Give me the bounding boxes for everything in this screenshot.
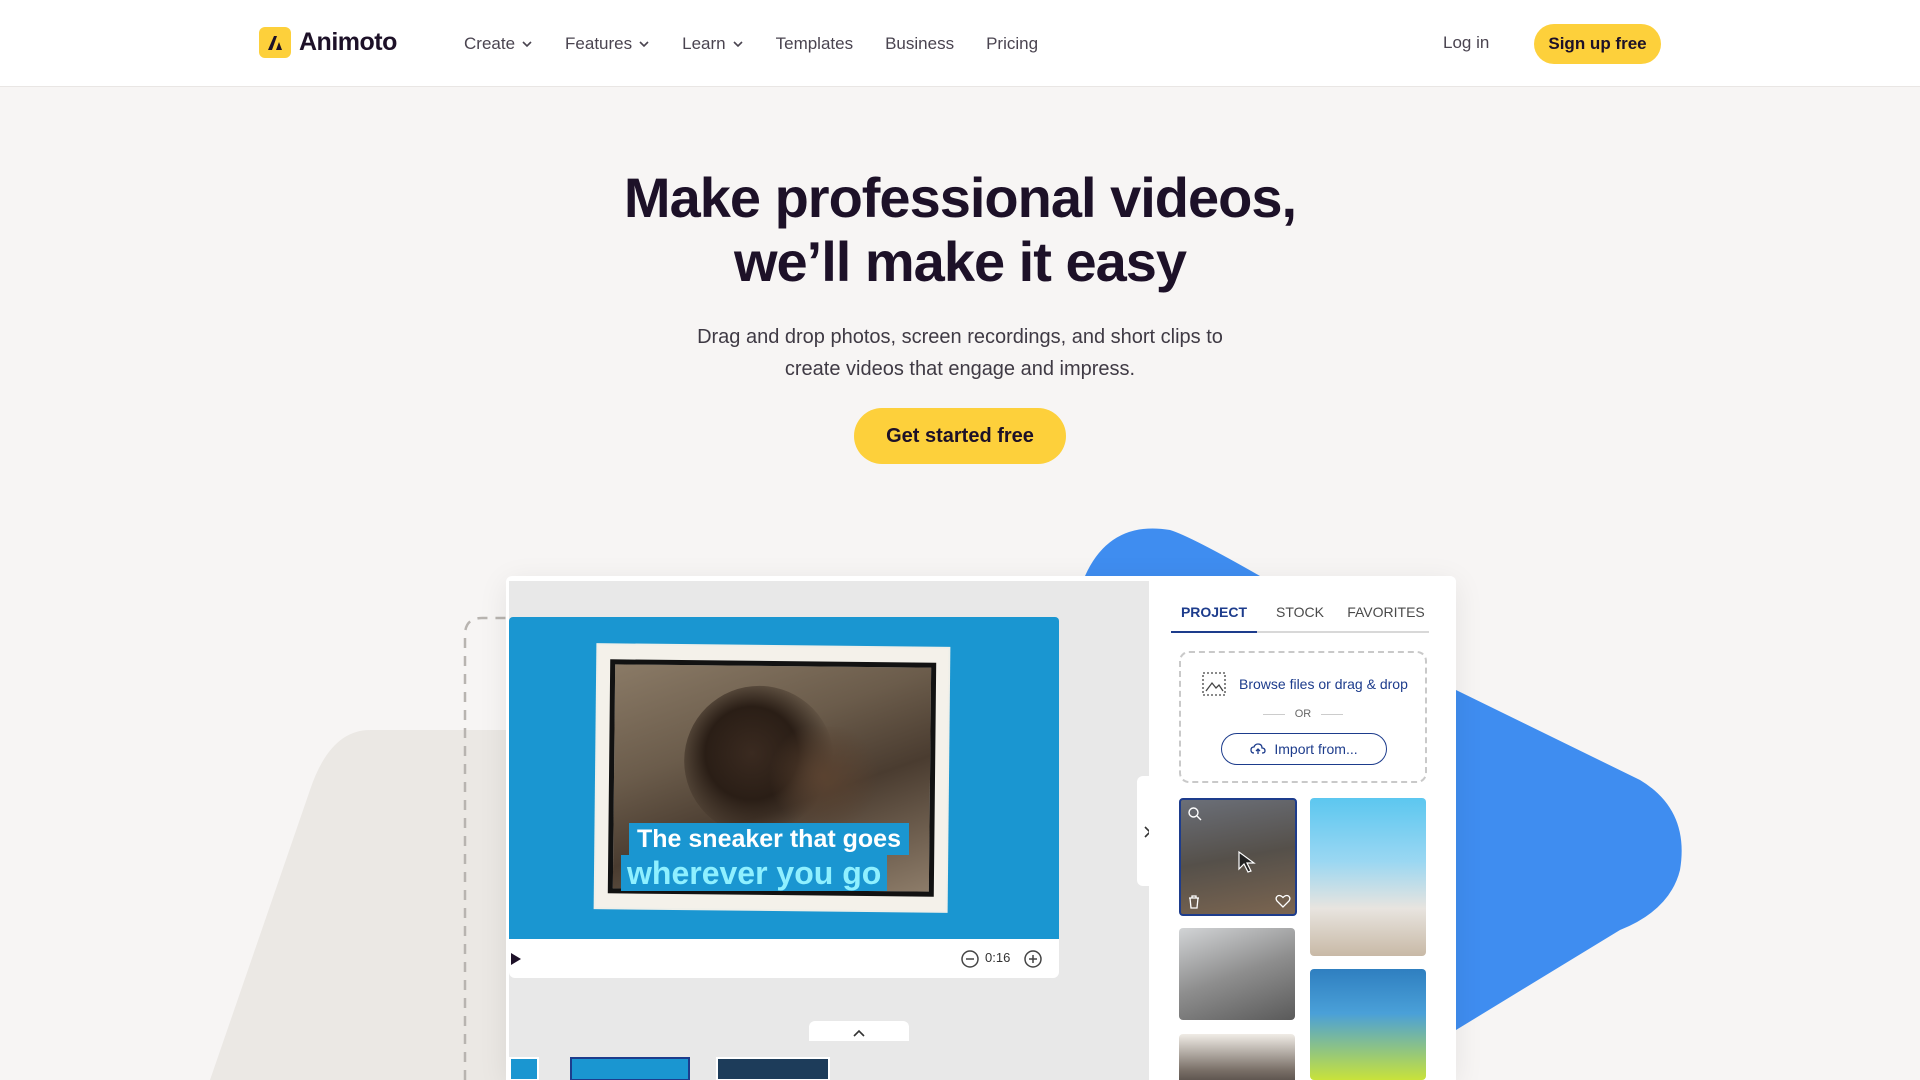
cursor-icon: [1238, 850, 1256, 873]
beige-shape-curve: [210, 730, 370, 1080]
tab-favorites[interactable]: FAVORITES: [1343, 604, 1429, 633]
hero-title-line1: Make professional videos,: [623, 166, 1297, 229]
media-thumbnail[interactable]: [1310, 969, 1426, 1080]
timeline-strip: [509, 1047, 1149, 1080]
tab-stock[interactable]: STOCK: [1257, 604, 1343, 633]
logo-mark-icon: [259, 27, 291, 58]
tab-project[interactable]: PROJECT: [1171, 604, 1257, 633]
chevron-down-icon: [639, 41, 649, 48]
browse-files-label: Browse files or drag & drop: [1239, 676, 1408, 692]
nav-item-label: Learn: [682, 34, 726, 53]
timeline-thumb[interactable]: [716, 1057, 830, 1080]
nav-item-create[interactable]: Create: [464, 30, 533, 58]
zoom-out-icon[interactable]: [960, 949, 980, 969]
main-nav: Create Features Learn Templates Business…: [464, 30, 1070, 58]
nav-item-label: Templates: [775, 34, 854, 53]
blue-triangle-shape: [1085, 528, 1260, 576]
nav-item-business[interactable]: Business: [885, 30, 954, 58]
zoom-in-icon[interactable]: [1023, 949, 1043, 969]
dashed-guide: [463, 616, 506, 1080]
nav-item-label: Business: [885, 34, 955, 53]
video-stage: The sneaker that goes wherever you go: [509, 617, 1059, 939]
timeline-thumb-selected[interactable]: [570, 1057, 690, 1080]
video-caption-line1[interactable]: The sneaker that goes: [629, 823, 909, 855]
blue-play-shape: [1456, 690, 1682, 1030]
hero-title: Make professional videos, we’ll make it …: [0, 166, 1920, 294]
editor-preview: The sneaker that goes wherever you go 0:…: [506, 576, 1456, 1080]
media-thumbnail-selected[interactable]: [1179, 798, 1297, 916]
hero-subtitle-line1: Drag and drop photos, screen recordings,…: [697, 326, 1223, 348]
image-icon: [1202, 672, 1226, 696]
cloud-upload-icon: [1250, 743, 1267, 754]
chevron-up-icon: [853, 1029, 865, 1037]
duration-label: 0:16: [985, 950, 1011, 965]
upload-dropzone[interactable]: Browse files or drag & drop OR Import fr…: [1179, 651, 1427, 783]
login-link[interactable]: Log in: [1443, 33, 1489, 53]
media-thumbnail[interactable]: [1310, 798, 1426, 956]
or-divider: OR: [1181, 708, 1425, 720]
nav-item-features[interactable]: Features: [565, 30, 650, 58]
media-panel: PROJECT STOCK FAVORITES Browse files or …: [1149, 576, 1456, 1080]
chevron-down-icon: [733, 41, 743, 48]
logo-text: Animoto: [299, 28, 397, 56]
play-icon[interactable]: [509, 951, 523, 967]
nav-item-pricing[interactable]: Pricing: [986, 30, 1038, 58]
signup-button[interactable]: Sign up free: [1534, 24, 1661, 64]
nav-item-label: Pricing: [986, 34, 1039, 53]
photo-shoe: [763, 725, 885, 828]
timeline-thumb[interactable]: [509, 1057, 539, 1080]
site-header: Animoto Create Features Learn Templates …: [0, 0, 1920, 87]
nav-item-templates[interactable]: Templates: [776, 30, 853, 58]
nav-item-label: Features: [565, 34, 633, 53]
hero-title-line2: we’ll make it easy: [733, 230, 1187, 293]
import-from-label: Import from...: [1274, 741, 1358, 757]
logo[interactable]: Animoto: [259, 27, 397, 58]
media-tabs: PROJECT STOCK FAVORITES: [1171, 604, 1429, 633]
trash-icon[interactable]: [1187, 894, 1201, 910]
heart-icon[interactable]: [1275, 894, 1291, 908]
import-from-button[interactable]: Import from...: [1221, 733, 1387, 765]
get-started-button[interactable]: Get started free: [854, 408, 1066, 464]
hero-subtitle-line2: create videos that engage and impress.: [784, 358, 1136, 380]
nav-item-label: Create: [464, 34, 516, 53]
player-controls: 0:16: [509, 939, 1059, 978]
media-thumbnail[interactable]: [1179, 1034, 1295, 1080]
chevron-down-icon: [522, 41, 532, 48]
video-caption-line2[interactable]: wherever you go: [621, 855, 888, 891]
editor-canvas-area: The sneaker that goes wherever you go 0:…: [509, 581, 1153, 1080]
hero-subtitle: Drag and drop photos, screen recordings,…: [660, 321, 1260, 385]
nav-item-learn[interactable]: Learn: [682, 30, 743, 58]
magnify-icon[interactable]: [1187, 806, 1203, 822]
beige-shape: [210, 730, 520, 1080]
media-thumbnail[interactable]: [1179, 928, 1295, 1020]
browse-files-link[interactable]: Browse files or drag & drop: [1201, 671, 1408, 697]
